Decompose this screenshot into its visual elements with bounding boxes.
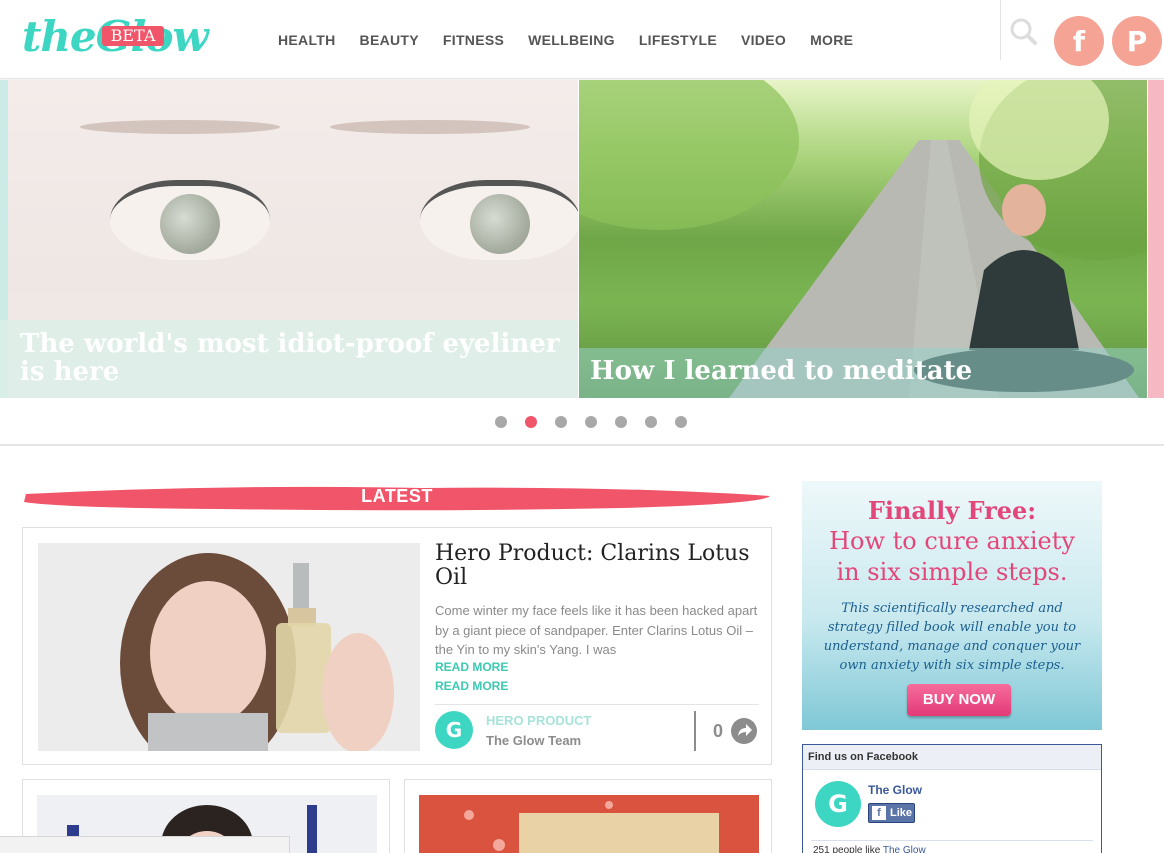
right-brow bbox=[330, 120, 530, 134]
ad-banner[interactable]: Finally Free: How to cure anxiety in six… bbox=[802, 481, 1102, 730]
author-avatar[interactable]: G bbox=[435, 711, 473, 749]
browser-status-bar bbox=[0, 836, 290, 853]
nav-lifestyle[interactable]: LIFESTYLE bbox=[639, 32, 717, 48]
slider-dot[interactable] bbox=[615, 416, 627, 428]
nav-video[interactable]: VIDEO bbox=[741, 32, 786, 48]
slider-dot[interactable] bbox=[525, 416, 537, 428]
facebook-widget-title: Find us on Facebook bbox=[808, 751, 919, 763]
slide-caption: The world's most idiot-proof eyeliner is… bbox=[0, 320, 578, 398]
nav-wellbeing[interactable]: WELLBEING bbox=[528, 32, 615, 48]
ad-body: This scientifically researched and strat… bbox=[823, 601, 1081, 673]
slide-meditate[interactable]: How I learned to meditate bbox=[579, 80, 1147, 398]
facebook-widget-header: Find us on Facebook bbox=[803, 745, 1101, 770]
buy-now-button[interactable]: BUY NOW bbox=[907, 684, 1011, 716]
left-brow bbox=[80, 120, 280, 134]
nav-more[interactable]: MORE bbox=[810, 32, 853, 48]
latest-heading: LATEST bbox=[22, 482, 772, 512]
slider-dots bbox=[495, 416, 705, 428]
like-count-link[interactable]: The Glow bbox=[883, 845, 926, 853]
divider bbox=[811, 840, 1093, 841]
article-card: Hero Product: Clarins Lotus Oil Come win… bbox=[22, 527, 772, 765]
latest-heading-text: LATEST bbox=[361, 486, 433, 506]
nav-health[interactable]: HEALTH bbox=[278, 32, 336, 48]
like-button[interactable]: f Like bbox=[868, 803, 915, 823]
divider bbox=[0, 444, 1164, 446]
slider-dot[interactable] bbox=[585, 416, 597, 428]
site-header: theGlow BETA HEALTH BEAUTY FITNESS WELLB… bbox=[0, 0, 1164, 79]
like-label: Like bbox=[890, 807, 913, 819]
divider bbox=[435, 704, 759, 705]
slide-caption: How I learned to meditate bbox=[579, 348, 1147, 398]
ad-headline: How to cure anxiety bbox=[829, 527, 1075, 555]
site-logo[interactable]: theGlow BETA bbox=[22, 6, 254, 62]
author-name: The Glow Team bbox=[486, 733, 582, 748]
slide-edge bbox=[1148, 80, 1164, 398]
facebook-icon[interactable]: f bbox=[1054, 16, 1104, 66]
slider-dot[interactable] bbox=[675, 416, 687, 428]
like-count-text: 251 people like bbox=[813, 845, 883, 853]
beta-badge-label: BETA bbox=[110, 26, 156, 45]
divider bbox=[694, 711, 696, 751]
page-avatar[interactable]: G bbox=[815, 781, 861, 827]
read-more-link[interactable]: READ MORE bbox=[435, 679, 508, 693]
main-nav: HEALTH BEAUTY FITNESS WELLBEING LIFESTYL… bbox=[278, 32, 877, 48]
hero-slider: The world's most idiot-proof eyeliner is… bbox=[0, 80, 1164, 400]
search-icon[interactable] bbox=[1008, 16, 1038, 46]
facebook-widget: Find us on Facebook G The Glow f Like 251… bbox=[802, 744, 1102, 853]
ad-headline: Finally Free: bbox=[867, 496, 1037, 525]
slide-caption-text[interactable]: The world's most idiot-proof eyeliner is… bbox=[20, 330, 560, 386]
slide-caption-text[interactable]: How I learned to meditate bbox=[590, 356, 972, 386]
pinterest-icon[interactable]: P bbox=[1112, 16, 1162, 66]
header-divider bbox=[1000, 0, 1001, 60]
slider-dot[interactable] bbox=[495, 416, 507, 428]
read-more-link[interactable]: READ MORE bbox=[435, 660, 508, 674]
nav-beauty[interactable]: BEAUTY bbox=[360, 32, 419, 48]
article-title[interactable]: Hero Product: Clarins Lotus Oil bbox=[435, 542, 755, 590]
page-name-link[interactable]: The Glow bbox=[868, 783, 922, 797]
beta-badge: BETA bbox=[102, 26, 164, 46]
ad-headline: in six simple steps. bbox=[836, 558, 1068, 586]
nav-fitness[interactable]: FITNESS bbox=[443, 32, 504, 48]
article-excerpt: Come winter my face feels like it has be… bbox=[435, 603, 758, 657]
like-count: 251 people like The Glow bbox=[813, 845, 926, 853]
left-eye bbox=[110, 180, 270, 260]
article-image bbox=[419, 795, 759, 853]
article-image[interactable] bbox=[38, 543, 420, 751]
slider-dot[interactable] bbox=[645, 416, 657, 428]
share-count: 0 bbox=[713, 721, 724, 741]
facebook-icon: f bbox=[872, 806, 886, 820]
share-icon[interactable] bbox=[731, 718, 757, 744]
category-link[interactable]: HERO PRODUCT bbox=[486, 713, 591, 728]
slider-dot[interactable] bbox=[555, 416, 567, 428]
right-eye bbox=[420, 180, 578, 260]
article-card[interactable] bbox=[404, 779, 772, 853]
slide-eyeliner[interactable]: The world's most idiot-proof eyeliner is… bbox=[0, 80, 578, 398]
